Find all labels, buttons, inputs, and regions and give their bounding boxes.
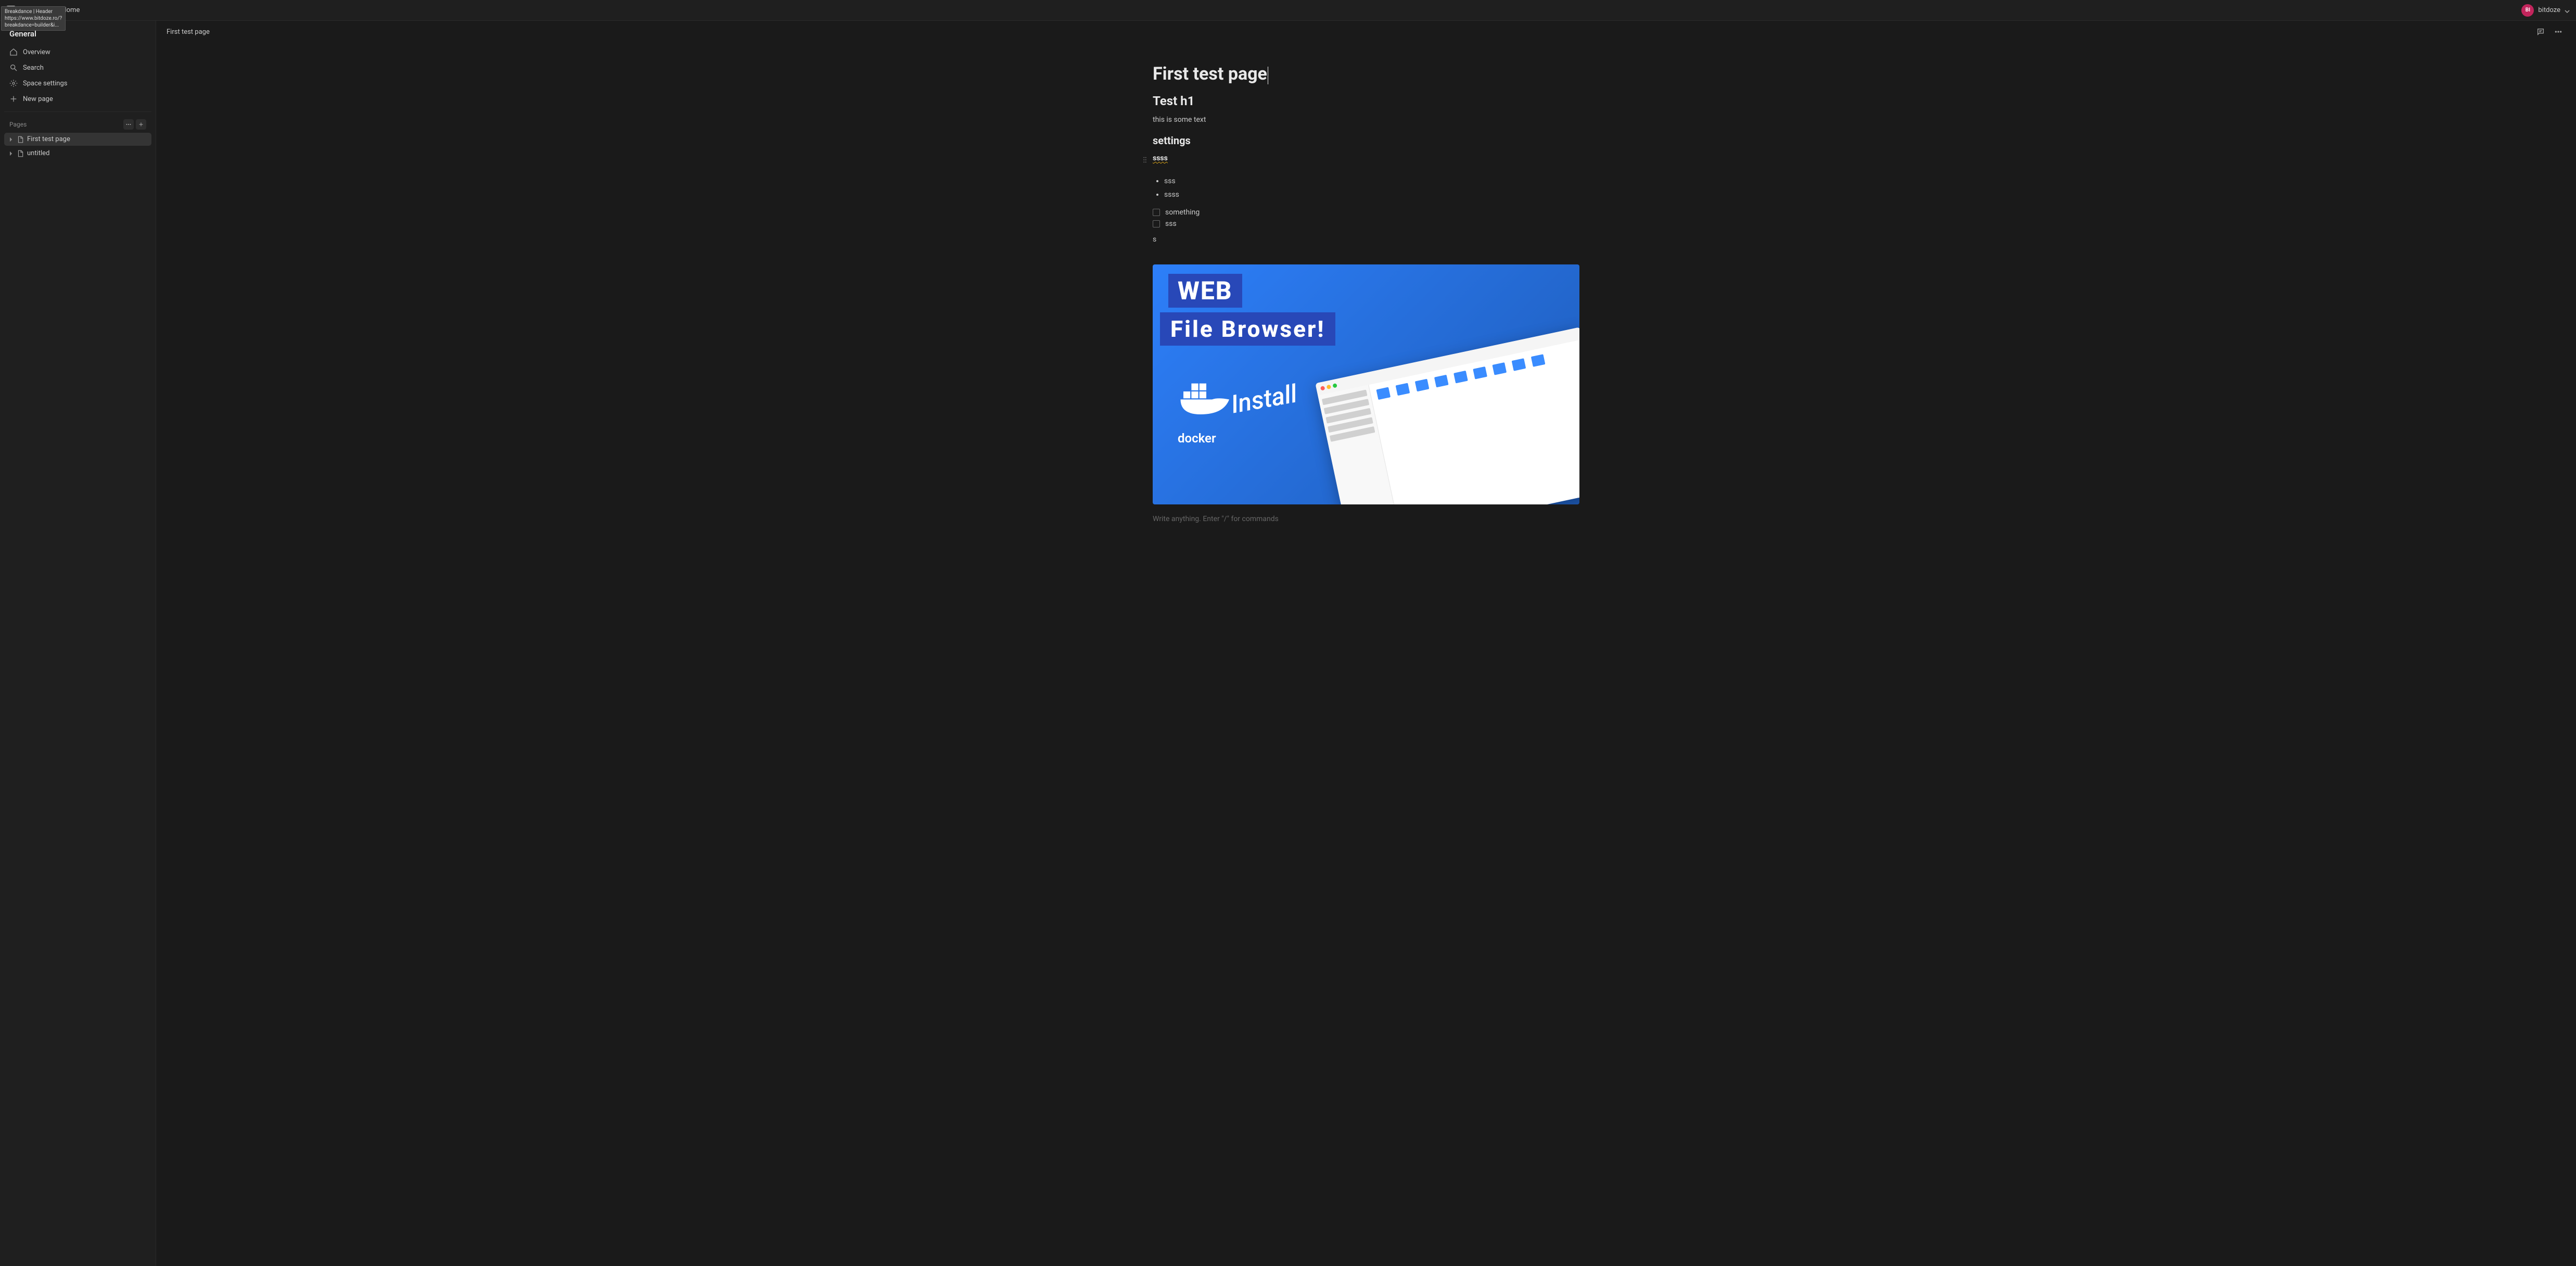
drag-handle-icon[interactable] <box>1141 156 1149 163</box>
editor-scroll[interactable]: First test page Test h1 this is some tex… <box>156 43 2576 1266</box>
more-button[interactable] <box>2551 24 2566 39</box>
page-tree-label: untitled <box>27 149 49 157</box>
pages-header: Pages <box>4 111 151 133</box>
text-block[interactable]: ssss <box>1153 154 1579 162</box>
embedded-image[interactable]: WEB File Browser! Install docker <box>1153 264 1579 504</box>
file-browser-mockup <box>1315 327 1579 505</box>
sidebar-item-search[interactable]: Search <box>4 60 151 75</box>
chevron-down-icon <box>2565 8 2570 13</box>
side-nav: Overview Search Space settings New page <box>4 45 151 106</box>
tooltip-line3: breakdance=builder&i... <box>5 22 62 29</box>
pages-more-button[interactable] <box>123 119 134 130</box>
avatar: BI <box>2521 4 2534 17</box>
page-tree-item[interactable]: untitled <box>4 147 151 160</box>
header-actions <box>2533 24 2566 39</box>
heading-2[interactable]: settings <box>1153 134 1579 147</box>
search-icon <box>9 64 18 72</box>
paragraph[interactable]: this is some text <box>1153 116 1579 124</box>
page-tree-label: First test page <box>27 135 70 143</box>
image-title-2: File Browser! <box>1160 312 1335 346</box>
page-tree-item[interactable]: First test page <box>4 133 151 146</box>
task-label: sss <box>1165 220 1177 228</box>
gear-icon <box>9 79 18 87</box>
sidebar-item-label: New page <box>23 95 53 103</box>
content-header: First test page <box>156 21 2576 43</box>
paragraph[interactable]: s <box>1153 235 1579 244</box>
docker-whale-icon <box>1178 374 1235 421</box>
list-item[interactable]: sss <box>1164 177 1579 185</box>
editor[interactable]: First test page Test h1 this is some tex… <box>1153 64 1579 1224</box>
browser-tooltip: Breakdance | Header https://www.bitdoze.… <box>1 6 66 31</box>
file-icon <box>17 150 24 157</box>
task-label: something <box>1165 208 1200 217</box>
sidebar-item-label: Overview <box>23 48 50 56</box>
sidebar-item-label: Space settings <box>23 80 67 87</box>
tooltip-line2: https://www.bitdoze.ro/? <box>5 15 62 22</box>
page-title[interactable]: First test page <box>1153 64 1579 84</box>
checkbox[interactable] <box>1153 209 1160 216</box>
task-list[interactable]: something sss <box>1153 208 1579 228</box>
bullet-list[interactable]: sss ssss <box>1153 177 1579 199</box>
plus-icon <box>9 95 18 103</box>
breadcrumb[interactable]: First test page <box>167 28 210 36</box>
page-tree: First test page untitled <box>4 133 151 160</box>
user-menu[interactable]: BI bitdoze <box>2521 4 2570 17</box>
sidebar: General Overview Search Space settings N… <box>0 21 156 1266</box>
sidebar-item-label: Search <box>23 64 44 72</box>
caret-right-icon[interactable] <box>8 151 14 156</box>
topbar: Docmost Home Breakdance | Header https:/… <box>0 0 2576 21</box>
image-title-1: WEB <box>1168 274 1242 308</box>
home-icon <box>9 48 18 56</box>
comments-button[interactable] <box>2533 24 2548 39</box>
tooltip-line1: Breakdance | Header <box>5 8 62 15</box>
editor-placeholder[interactable]: Write anything. Enter "/" for commands <box>1153 515 1579 523</box>
main: First test page First test page Test h1 … <box>156 21 2576 1266</box>
image-install-text: Install <box>1229 378 1299 419</box>
task-item[interactable]: something <box>1153 208 1579 217</box>
sidebar-item-new-page[interactable]: New page <box>4 92 151 106</box>
heading-1[interactable]: Test h1 <box>1153 94 1579 108</box>
checkbox[interactable] <box>1153 220 1160 227</box>
task-item[interactable]: sss <box>1153 220 1579 228</box>
username: bitdoze <box>2538 6 2560 14</box>
caret-right-icon[interactable] <box>8 137 14 142</box>
bold-text: ssss <box>1153 154 1168 162</box>
pages-add-button[interactable] <box>136 119 146 130</box>
file-icon <box>17 136 24 143</box>
pages-label: Pages <box>9 121 27 128</box>
list-item[interactable]: ssss <box>1164 191 1579 199</box>
sidebar-item-overview[interactable]: Overview <box>4 45 151 59</box>
image-docker-text: docker <box>1178 431 1216 446</box>
pages-actions <box>123 119 146 130</box>
sidebar-item-settings[interactable]: Space settings <box>4 76 151 91</box>
